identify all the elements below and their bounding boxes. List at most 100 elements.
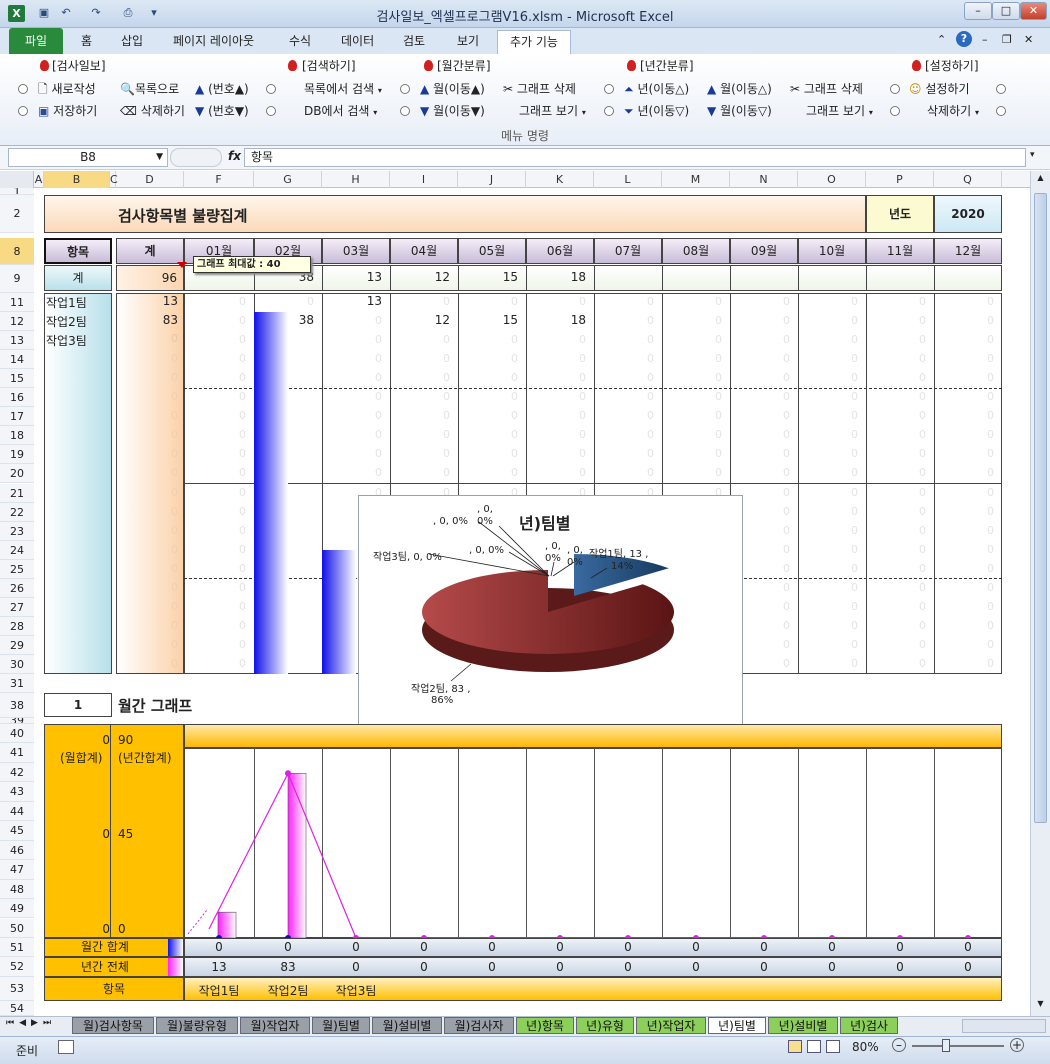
monthly-sum-cell[interactable]: 0 bbox=[934, 940, 1002, 954]
scroll-thumb[interactable] bbox=[1034, 193, 1047, 823]
scroll-up-icon[interactable]: ▲ bbox=[1033, 173, 1048, 187]
row-header[interactable]: 21 bbox=[0, 483, 34, 503]
team-name[interactable]: 작업2팀 bbox=[46, 313, 87, 330]
graph-index[interactable]: 1 bbox=[44, 693, 112, 717]
number-up-button[interactable]: ▲ (번호▲) bbox=[195, 81, 249, 97]
yearly-graph-delete-button[interactable]: ✂ 그래프 삭제 bbox=[790, 81, 863, 97]
row-header[interactable]: 40 bbox=[0, 724, 34, 744]
yearly-year-up-button[interactable]: ⏶ 년(이동△) bbox=[624, 81, 689, 97]
monthly-graph-view-button[interactable]: 그래프 보기 ▾ bbox=[519, 103, 586, 121]
yearly-total-cell[interactable]: 83 bbox=[254, 960, 322, 974]
month-header[interactable]: 12월 bbox=[934, 238, 1002, 264]
sheet-tab[interactable]: 월)불량유형 bbox=[156, 1017, 238, 1034]
col-header-m[interactable]: M bbox=[662, 171, 730, 188]
doc-restore-icon[interactable]: ❐ bbox=[1002, 33, 1012, 46]
yearly-month-up-button[interactable]: ▲ 월(이동△) bbox=[707, 81, 772, 97]
scroll-down-icon[interactable]: ▼ bbox=[1033, 999, 1048, 1013]
setup-button[interactable]: ☺ 설정하기 bbox=[909, 81, 970, 97]
monthly-sum-cell[interactable]: 0 bbox=[594, 940, 662, 954]
sheet-tab[interactable]: 년)팀별 bbox=[708, 1017, 766, 1034]
row-header[interactable]: 38 bbox=[0, 693, 34, 718]
tab-view[interactable]: 보기 bbox=[448, 30, 488, 54]
row-header[interactable]: 17 bbox=[0, 407, 34, 427]
row-header[interactable]: 41 bbox=[0, 743, 34, 763]
month-header[interactable]: 06월 bbox=[526, 238, 594, 264]
chevron-down-icon[interactable]: ▼ bbox=[156, 149, 163, 166]
row-header[interactable]: 1 bbox=[0, 188, 34, 195]
row-header[interactable]: 51 bbox=[0, 938, 34, 957]
row-header[interactable]: 29 bbox=[0, 635, 34, 655]
bottom-item-cell[interactable]: 작업1팀 bbox=[184, 982, 254, 999]
header-item[interactable]: 항목 bbox=[44, 238, 112, 264]
month-total-cell[interactable]: 18 bbox=[526, 270, 586, 284]
row-header[interactable]: 31 bbox=[0, 674, 34, 693]
col-header-i[interactable]: I bbox=[390, 171, 458, 188]
list-search-button[interactable]: 목록에서 검색 ▾ bbox=[304, 81, 382, 99]
doc-minimize-icon[interactable]: – bbox=[982, 33, 988, 46]
sheet-tab[interactable]: 년)작업자 bbox=[636, 1017, 706, 1034]
zoom-level[interactable]: 80% bbox=[852, 1040, 879, 1054]
normal-view-icon[interactable] bbox=[788, 1040, 802, 1053]
team-month-value[interactable]: 13 bbox=[322, 294, 382, 308]
row-header[interactable]: 49 bbox=[0, 899, 34, 919]
row-header[interactable]: 52 bbox=[0, 957, 34, 977]
row-header[interactable]: 19 bbox=[0, 445, 34, 465]
radio-search-1[interactable] bbox=[266, 84, 276, 94]
row-header[interactable]: 48 bbox=[0, 879, 34, 900]
settings-delete-button[interactable]: 삭제하기 ▾ bbox=[927, 103, 979, 121]
team-name[interactable]: 작업1팀 bbox=[46, 294, 87, 311]
sheet-tab[interactable]: 월)검사자 bbox=[444, 1017, 514, 1034]
sheet-tab[interactable]: 월)설비별 bbox=[372, 1017, 442, 1034]
tab-file[interactable]: 파일 bbox=[9, 28, 63, 54]
sheet-nav-arrows-icon[interactable]: ⏮◀▶⏭ bbox=[6, 1018, 56, 1028]
row-header[interactable]: 24 bbox=[0, 540, 34, 560]
delete-button[interactable]: ⌫ 삭제하기 bbox=[120, 103, 185, 119]
yearly-total-cell[interactable]: 0 bbox=[390, 960, 458, 974]
row-header[interactable]: 28 bbox=[0, 616, 34, 636]
yearly-total-cell[interactable]: 13 bbox=[184, 960, 254, 974]
row-header[interactable]: 12 bbox=[0, 312, 34, 332]
col-header-f[interactable]: F bbox=[184, 171, 254, 188]
col-header-l[interactable]: L bbox=[594, 171, 662, 188]
vertical-scrollbar[interactable]: ▲ ▼ bbox=[1030, 171, 1050, 1016]
col-header-b[interactable]: B bbox=[44, 171, 110, 188]
yearly-total-cell[interactable]: 0 bbox=[594, 960, 662, 974]
row-header[interactable]: 50 bbox=[0, 918, 34, 938]
radio-monthly-2[interactable] bbox=[400, 106, 410, 116]
row-header[interactable]: 53 bbox=[0, 977, 34, 1001]
row-header[interactable]: 9 bbox=[0, 265, 34, 293]
yearly-total-cell[interactable]: 0 bbox=[322, 960, 390, 974]
monthly-sum-cell[interactable]: 0 bbox=[662, 940, 730, 954]
doc-close-icon[interactable]: ✕ bbox=[1024, 33, 1033, 46]
team-pie-chart[interactable]: 년)팀별 작업3팀, 0, 0% , 0, 0% , 0, 0% , 0, 0%… bbox=[358, 495, 743, 725]
yearly-total-cell[interactable]: 0 bbox=[798, 960, 866, 974]
monthly-sum-cell[interactable]: 0 bbox=[254, 940, 322, 954]
row-header[interactable]: 43 bbox=[0, 782, 34, 802]
row-header[interactable]: 13 bbox=[0, 331, 34, 351]
tab-review[interactable]: 검토 bbox=[394, 30, 434, 54]
save-button[interactable]: ▣ 저장하기 bbox=[38, 103, 97, 119]
yearly-graph-view-button[interactable]: 그래프 보기 ▾ bbox=[806, 103, 873, 121]
yearly-month-down-button[interactable]: ▼ 월(이동▽) bbox=[707, 103, 772, 119]
radio-end-1[interactable] bbox=[996, 84, 1006, 94]
row-header[interactable]: 30 bbox=[0, 654, 34, 674]
col-header-q[interactable]: Q bbox=[934, 171, 1002, 188]
radio-search-2[interactable] bbox=[266, 106, 276, 116]
to-list-button[interactable]: 🔍목록으로 bbox=[120, 81, 179, 97]
radio-new[interactable] bbox=[18, 84, 28, 94]
macro-record-icon[interactable] bbox=[58, 1040, 74, 1054]
row-header[interactable]: 8 bbox=[0, 238, 34, 265]
monthly-sum-cell[interactable]: 0 bbox=[322, 940, 390, 954]
row-header[interactable]: 25 bbox=[0, 559, 34, 579]
ribbon-collapse-icon[interactable]: ⌃ bbox=[937, 33, 946, 46]
month-header[interactable]: 05월 bbox=[458, 238, 526, 264]
col-header-d[interactable]: D bbox=[116, 171, 184, 188]
select-all-corner[interactable] bbox=[0, 171, 34, 188]
zoom-in-icon[interactable]: + bbox=[1010, 1038, 1024, 1052]
row-header[interactable]: 20 bbox=[0, 464, 34, 484]
row-header[interactable]: 15 bbox=[0, 369, 34, 389]
col-header-g[interactable]: G bbox=[254, 171, 322, 188]
tab-add-ins[interactable]: 추가 기능 bbox=[497, 30, 571, 54]
col-header-a[interactable]: A bbox=[34, 171, 44, 188]
row-header[interactable]: 46 bbox=[0, 840, 34, 861]
